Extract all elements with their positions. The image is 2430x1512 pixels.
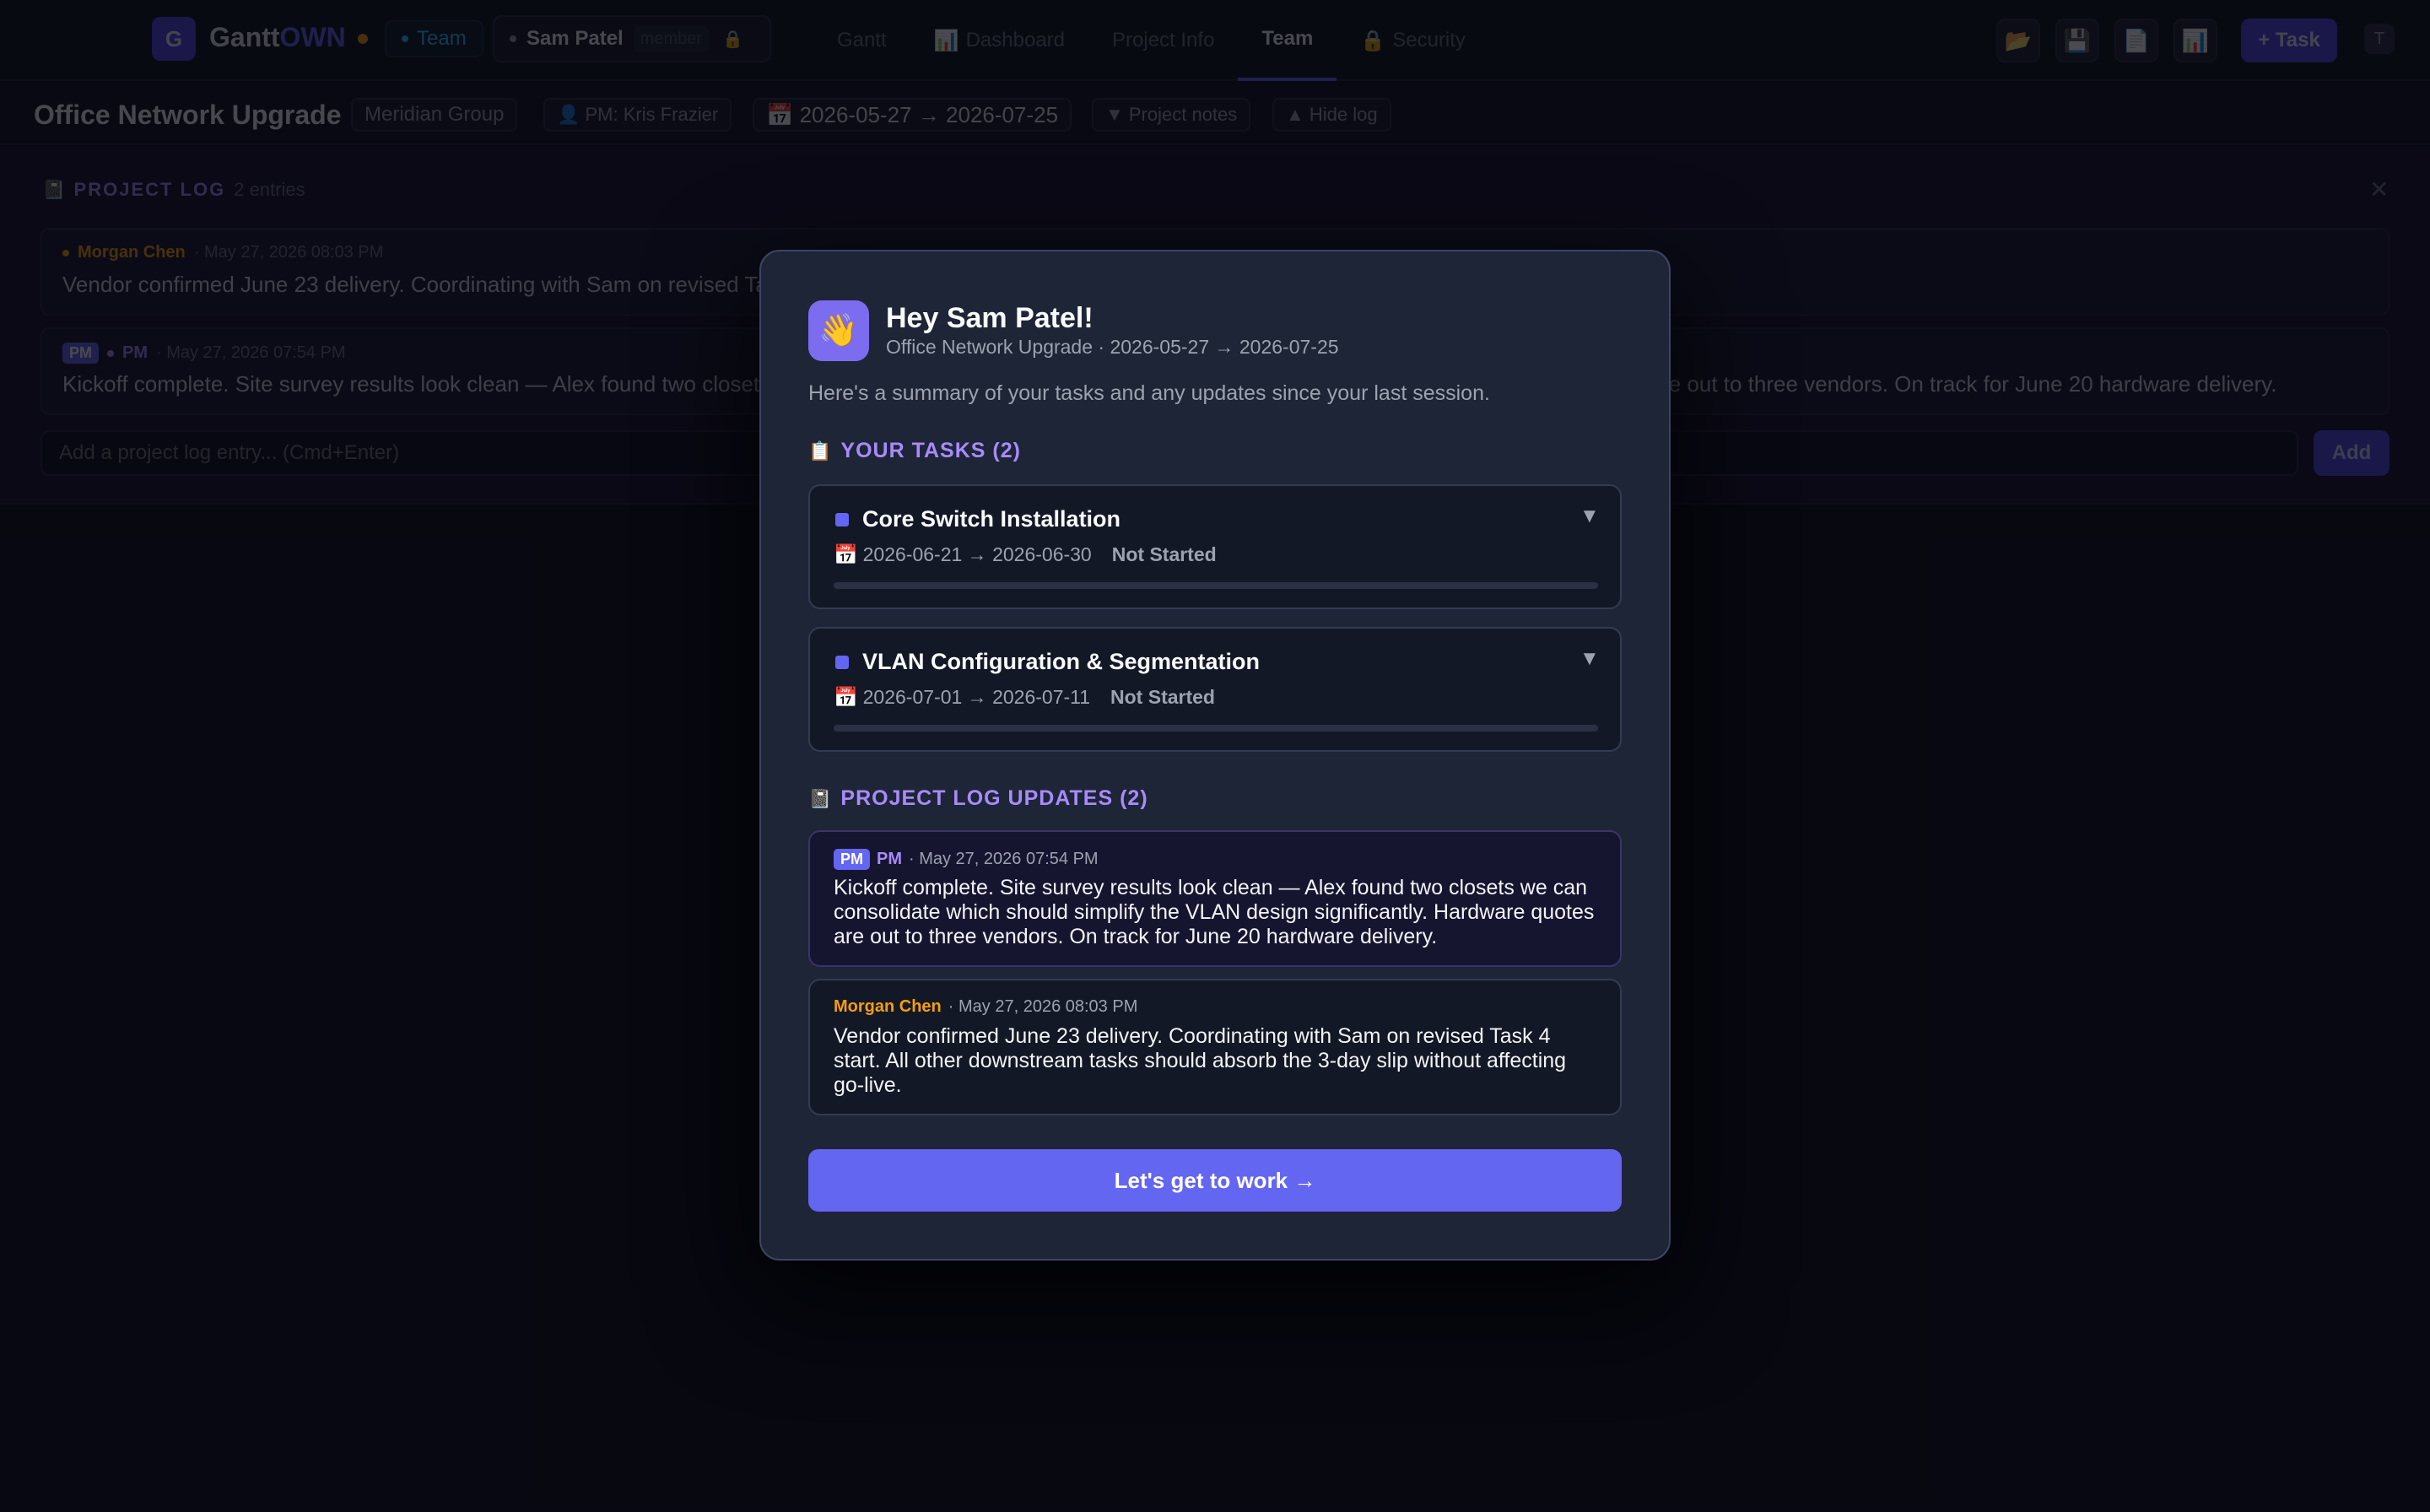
get-to-work-button[interactable]: Let's get to work → — [808, 1149, 1622, 1212]
log-update-time: · May 27, 2026 08:03 PM — [948, 997, 1138, 1016]
calendar-icon: 📅 — [834, 686, 858, 708]
log-update-author: Morgan Chen — [834, 997, 942, 1016]
waving-hand-icon: 👋 — [808, 300, 869, 361]
tasks-section-title: 📋 YOUR TASKS (2) — [808, 439, 1021, 463]
task-dates-row: 📅 2026-06-21 → 2026-06-30 Not Started — [834, 543, 1217, 566]
task-dates: 2026-07-01 → 2026-07-11 — [862, 686, 1091, 708]
task-card[interactable]: VLAN Configuration & Segmentation ▼ 📅 20… — [808, 627, 1622, 752]
log-update-author: PM — [877, 850, 902, 868]
log-update-card: Morgan Chen · May 27, 2026 08:03 PM Vend… — [808, 979, 1622, 1115]
updates-section-title-text: PROJECT LOG UPDATES (2) — [840, 786, 1148, 810]
greeting-title: Hey Sam Patel! — [886, 302, 1094, 334]
task-status: Not Started — [1110, 686, 1215, 708]
log-update-text: Kickoff complete. Site survey results lo… — [834, 876, 1595, 948]
task-status: Not Started — [1111, 543, 1217, 565]
pm-badge: PM — [834, 849, 870, 870]
task-dates: 2026-06-21 → 2026-06-30 — [862, 543, 1092, 565]
task-progress-bar — [834, 725, 1598, 732]
chevron-down-icon[interactable]: ▼ — [1580, 647, 1600, 671]
task-name: VLAN Configuration & Segmentation — [862, 649, 1260, 674]
updates-section-title: 📓 PROJECT LOG UPDATES (2) — [808, 786, 1148, 811]
log-update-card: PM PM · May 27, 2026 07:54 PM Kickoff co… — [808, 830, 1622, 967]
log-update-meta: Morgan Chen · May 27, 2026 08:03 PM — [834, 997, 1137, 1017]
welcome-modal: 👋 Hey Sam Patel! Office Network Upgrade … — [759, 250, 1671, 1261]
log-update-meta: PM PM · May 27, 2026 07:54 PM — [834, 849, 1099, 870]
clipboard-icon: 📋 — [808, 440, 833, 462]
greeting-subtitle: Office Network Upgrade · 2026-05-27 → 20… — [886, 336, 1339, 358]
task-color-icon — [835, 656, 849, 669]
summary-text: Here's a summary of your tasks and any u… — [808, 381, 1490, 405]
chevron-down-icon[interactable]: ▼ — [1580, 505, 1600, 528]
task-color-icon — [835, 513, 849, 526]
task-card[interactable]: Core Switch Installation ▼ 📅 2026-06-21 … — [808, 484, 1622, 609]
calendar-icon: 📅 — [834, 543, 858, 565]
task-name: Core Switch Installation — [862, 506, 1121, 532]
task-progress-bar — [834, 582, 1598, 589]
tasks-section-title-text: YOUR TASKS (2) — [840, 439, 1021, 462]
log-update-text: Vendor confirmed June 23 delivery. Coord… — [834, 1024, 1567, 1097]
notebook-icon: 📓 — [808, 787, 833, 809]
log-update-time: · May 27, 2026 07:54 PM — [909, 850, 1099, 868]
task-dates-row: 📅 2026-07-01 → 2026-07-11 Not Started — [834, 686, 1215, 709]
